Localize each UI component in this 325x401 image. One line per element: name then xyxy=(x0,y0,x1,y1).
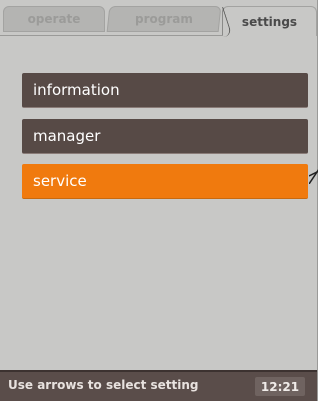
tab-program-label: program xyxy=(135,12,193,26)
tab-divider xyxy=(0,35,223,36)
menu-item-manager[interactable]: manager xyxy=(22,119,308,154)
tab-operate-label: operate xyxy=(27,12,81,26)
status-bar: Use arrows to select setting 12:21 xyxy=(0,370,317,401)
tab-operate[interactable]: operate xyxy=(3,6,105,32)
status-hint: Use arrows to select setting xyxy=(8,378,199,392)
tab-program[interactable]: program xyxy=(106,6,222,32)
clock-time: 12:21 xyxy=(260,379,300,394)
menu-item-information[interactable]: information xyxy=(22,73,308,108)
menu-item-label: service xyxy=(33,172,87,190)
clock-display: 12:21 xyxy=(255,377,305,396)
menu-item-service[interactable]: service xyxy=(22,164,308,199)
tab-settings-label: settings xyxy=(241,14,298,29)
tab-bar: operate program settings xyxy=(0,0,317,36)
tab-settings[interactable]: settings xyxy=(222,6,317,36)
menu-item-label: manager xyxy=(33,127,101,145)
menu-item-label: information xyxy=(33,81,120,99)
right-margin xyxy=(318,0,325,401)
device-screen: operate program settings information man… xyxy=(0,0,318,401)
